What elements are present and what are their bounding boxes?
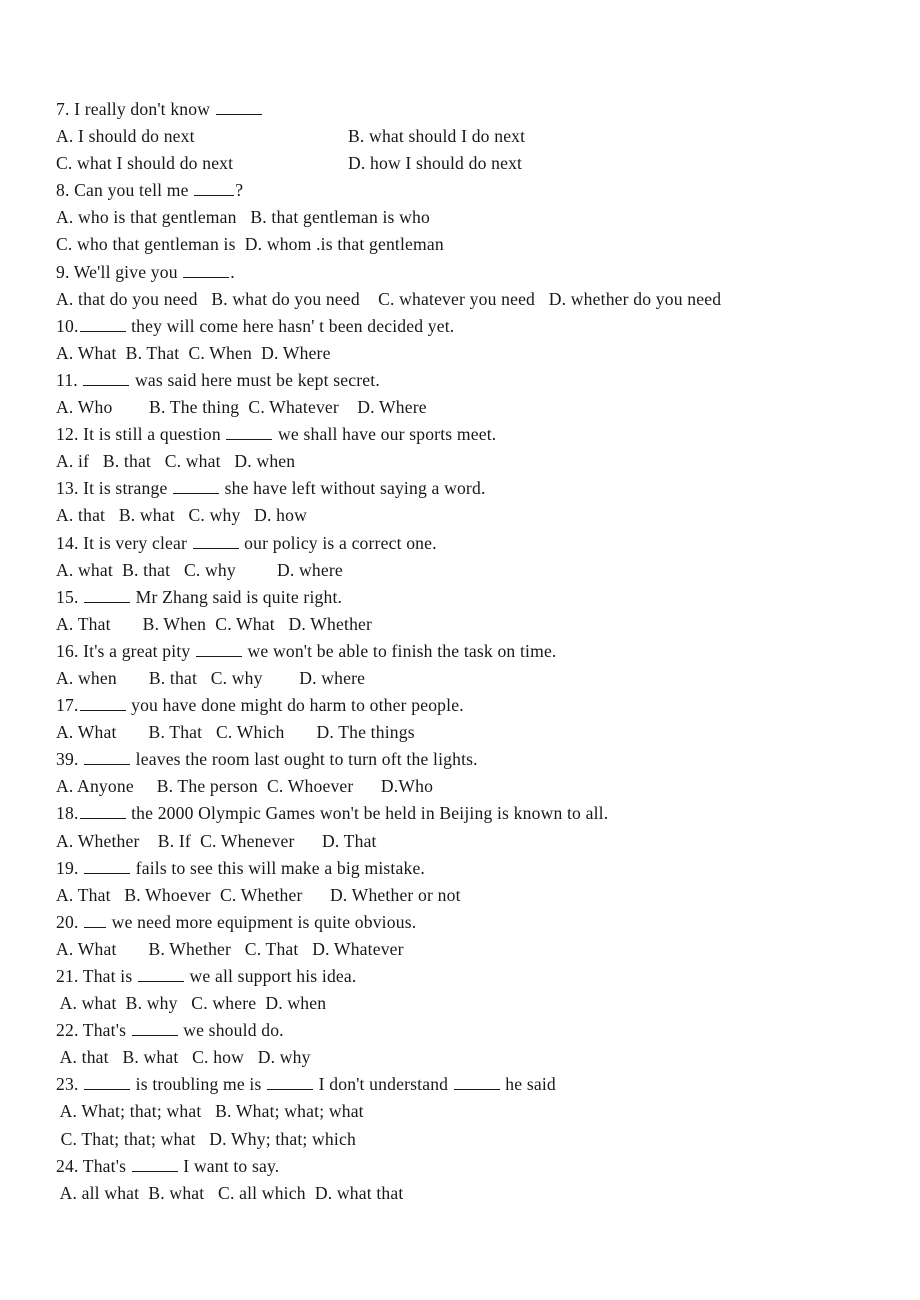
option-choice[interactable]: B. what should I do next [348,123,525,150]
option-choice[interactable]: A. what B. why C. where D. when [56,993,326,1013]
option-choice[interactable]: A. what B. that C. why D. where [56,560,343,580]
option-choice[interactable]: A. Whether B. If C. Whenever D. That [56,831,377,851]
option-row: A. if B. that C. what D. when [56,448,886,475]
option-choice[interactable]: A. That B. Whoever C. Whether D. Whether… [56,885,461,905]
option-choice[interactable]: D. how I should do next [348,150,522,177]
answer-blank[interactable] [83,371,130,386]
option-choice[interactable]: A. who is that gentleman B. that gentlem… [56,207,430,227]
question-stem: 15. Mr Zhang said is quite right. [56,586,343,607]
option-row: A. What B. Whether C. That D. Whatever [56,936,886,963]
option-choice[interactable]: A. What; that; what B. What; what; what [56,1101,364,1121]
answer-blank[interactable] [79,696,126,712]
option-choice[interactable]: C. who that gentleman is D. whom .is tha… [56,234,444,254]
question-stem: 39. leaves the room last ought to turn o… [56,749,478,770]
question-stem: 23. is troubling me is I don't understan… [56,1074,556,1095]
option-row: A. what B. that C. why D. where [56,557,886,584]
question-stem: 24. That's I want to say. [56,1155,280,1176]
option-choice[interactable]: A. when B. that C. why D. where [56,668,365,688]
answer-blank[interactable] [267,1075,314,1091]
option-choice[interactable]: C. what I should do next [56,150,348,177]
option-choice[interactable]: A. that do you need B. what do you need … [56,289,721,309]
option-row: A. What B. That C. Which D. The things [56,719,886,746]
question-stem: 20. we need more equipment is quite obvi… [56,911,417,932]
option-row: C. who that gentleman is D. whom .is tha… [56,231,886,258]
option-row: C. what I should do next D. how I should … [56,150,886,177]
question-list: 7. I really don't know A. I should do ne… [56,96,886,1207]
answer-blank[interactable] [173,479,220,495]
answer-blank[interactable] [84,587,131,603]
question-stem: 13. It is strange she have left without … [56,478,486,499]
option-choice[interactable]: A. I should do next [56,123,348,150]
option-choice[interactable]: A. What B. That C. When D. Where [56,343,331,363]
option-choice[interactable]: A. that B. what C. why D. how [56,505,307,525]
answer-blank[interactable] [79,804,126,820]
option-row: A. Whether B. If C. Whenever D. That [56,828,886,855]
option-choice[interactable]: A. What B. Whether C. That D. Whatever [56,939,404,959]
option-choice[interactable]: A. all what B. what C. all which D. what… [56,1183,404,1203]
option-choice[interactable]: C. That; that; what D. Why; that; which [56,1129,356,1149]
option-choice[interactable]: A. What B. That C. Which D. The things [56,722,415,742]
question-stem: 18. the 2000 Olympic Games won't be held… [56,803,609,824]
question-stem: 14. It is very clear our policy is a cor… [56,532,437,553]
option-row: A. what B. why C. where D. when [56,990,886,1017]
option-row: A. Who B. The thing C. Whatever D. Where [56,394,886,421]
question-stem: 12. It is still a question we shall have… [56,424,497,445]
answer-blank[interactable] [131,1156,178,1172]
option-choice[interactable]: A. Who B. The thing C. Whatever D. Where [56,397,427,417]
answer-blank[interactable] [84,750,131,766]
question-stem: 9. We'll give you . [56,261,235,282]
answer-blank[interactable] [84,912,107,928]
question-stem: 17. you have done might do harm to other… [56,695,464,716]
option-row: A. who is that gentleman B. that gentlem… [56,204,886,231]
option-choice[interactable]: A. That B. When C. What D. Whether [56,614,372,634]
option-row: C. That; that; what D. Why; that; which [56,1126,886,1153]
option-row: A. that do you need B. what do you need … [56,286,886,313]
answer-blank[interactable] [137,967,184,982]
option-row: A. That B. When C. What D. Whether [56,611,886,638]
option-choice[interactable]: A. that B. what C. how D. why [56,1047,311,1067]
question-stem: 19. fails to see this will make a big mi… [56,857,426,878]
option-row: A. What B. That C. When D. Where [56,340,886,367]
option-row: A. when B. that C. why D. where [56,665,886,692]
answer-blank[interactable] [192,533,239,549]
answer-blank[interactable] [84,858,131,874]
answer-blank[interactable] [183,262,230,278]
question-stem: 11. was said here must be kept secret. [56,369,380,390]
question-stem: 7. I really don't know [56,96,886,123]
question-stem: 21. That is we all support his idea. [56,966,357,986]
option-choice[interactable]: A. Anyone B. The person C. Whoever D.Who [56,776,433,796]
question-stem: 8. Can you tell me ? [56,180,244,201]
option-row: A. Anyone B. The person C. Whoever D.Who [56,773,886,800]
question-stem: 10. they will come here hasn' t been dec… [56,315,455,336]
answer-blank[interactable] [84,1075,131,1091]
option-row: A. What; that; what B. What; what; what [56,1098,886,1125]
answer-blank[interactable] [226,425,273,441]
page-canvas: 7. I really don't know A. I should do ne… [0,0,920,1300]
answer-blank[interactable] [195,641,242,657]
answer-blank[interactable] [79,316,126,332]
option-row: A. That B. Whoever C. Whether D. Whether… [56,882,886,909]
option-choice[interactable]: A. if B. that C. what D. when [56,451,295,471]
answer-blank[interactable] [453,1075,500,1091]
question-stem: 16. It's a great pity we won't be able t… [56,640,557,661]
question-stem: 22. That's we should do. [56,1020,284,1041]
option-row: A. that B. what C. why D. how [56,502,886,529]
answer-blank[interactable] [194,181,235,197]
option-row: A. I should do next B. what should I do n… [56,123,886,150]
option-row: A. that B. what C. how D. why [56,1044,886,1071]
answer-blank[interactable] [215,100,262,115]
option-row: A. all what B. what C. all which D. what… [56,1180,886,1207]
answer-blank[interactable] [131,1021,178,1037]
